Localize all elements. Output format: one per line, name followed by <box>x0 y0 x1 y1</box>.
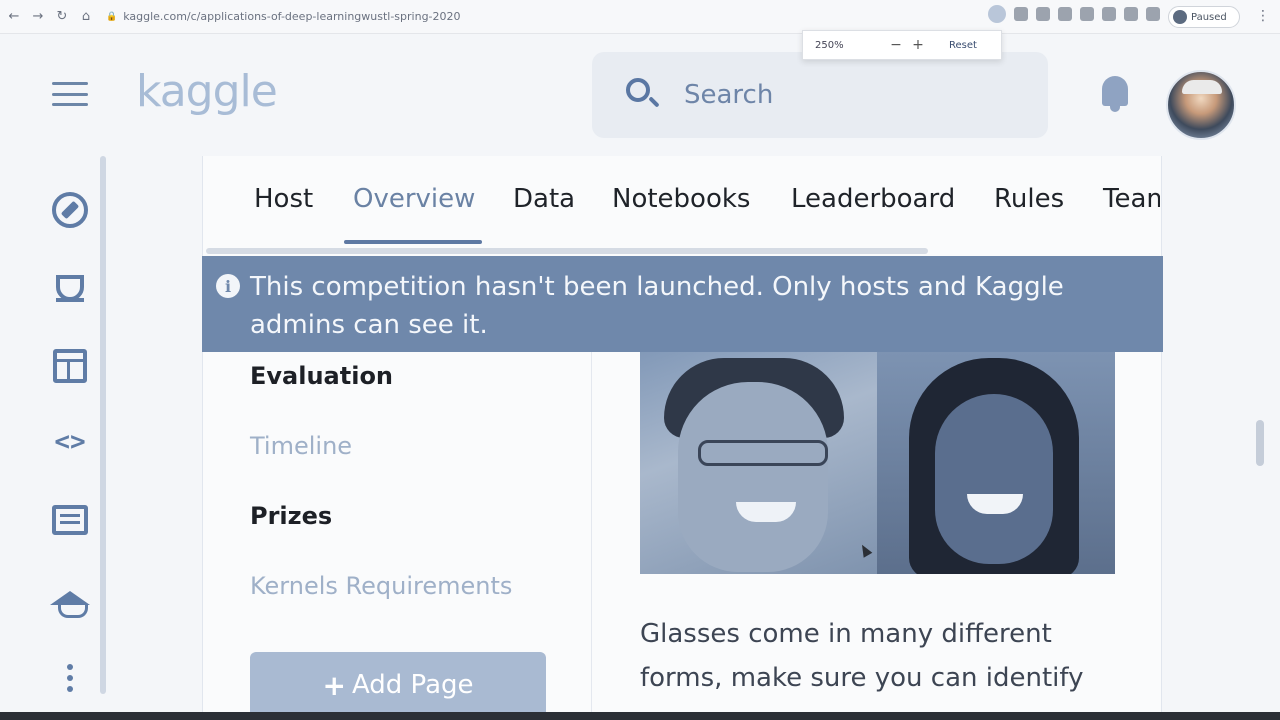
chat-icon[interactable] <box>48 498 92 542</box>
face-with-glasses <box>640 352 877 574</box>
search-input[interactable] <box>684 80 984 110</box>
extension-icon[interactable] <box>1058 7 1072 21</box>
address-bar[interactable]: 🔒 kaggle.com/c/applications-of-deep-lear… <box>106 10 461 23</box>
avatar[interactable] <box>1166 70 1236 140</box>
tab-scrollbar[interactable] <box>206 248 928 254</box>
star-icon[interactable] <box>1014 7 1028 21</box>
forward-icon[interactable]: → <box>28 7 48 27</box>
search-icon <box>626 78 660 112</box>
extension-icon[interactable] <box>1146 7 1160 21</box>
zoom-indicator-icon[interactable] <box>988 5 1006 23</box>
back-icon[interactable]: ← <box>4 7 24 27</box>
paused-label: Paused <box>1191 11 1227 23</box>
side-nav-timeline[interactable]: Timeline <box>250 432 352 460</box>
faces-image <box>640 352 1115 574</box>
extension-icon[interactable] <box>1080 7 1094 21</box>
search-bar[interactable] <box>592 52 1048 138</box>
rail-divider <box>100 156 106 694</box>
tab-overview[interactable]: Overview <box>353 184 475 214</box>
page-scrollbar[interactable] <box>1256 420 1264 466</box>
tab-bar: Host Overview Data Notebooks Leaderboard… <box>202 170 1160 240</box>
table-icon[interactable] <box>48 344 92 388</box>
side-nav-prizes[interactable]: Prizes <box>250 502 332 530</box>
more-vertical-icon[interactable] <box>48 656 92 700</box>
lock-icon: 🔒 <box>106 11 118 22</box>
face-without-glasses <box>877 352 1115 574</box>
extension-icons <box>988 5 1160 23</box>
tab-data[interactable]: Data <box>513 184 575 214</box>
zoom-percent: 250% <box>815 39 844 51</box>
side-nav-kernels-requirements[interactable]: Kernels Requirements <box>250 572 512 600</box>
screen-bottom-edge <box>0 712 1280 720</box>
profile-paused-button[interactable]: Paused <box>1168 6 1240 28</box>
tab-notebooks[interactable]: Notebooks <box>612 184 750 214</box>
site-header: kaggle <box>0 34 1280 154</box>
extension-icon[interactable] <box>1102 7 1116 21</box>
compass-icon[interactable] <box>48 188 92 232</box>
zoom-popup: 250% − + Reset <box>802 30 1002 60</box>
side-nav-evaluation[interactable]: Evaluation <box>250 362 393 390</box>
browser-menu-icon[interactable]: ⋮ <box>1256 8 1270 24</box>
tab-rules[interactable]: Rules <box>994 184 1064 214</box>
browser-toolbar: ← → ↻ ⌂ 🔒 kaggle.com/c/applications-of-d… <box>0 0 1280 34</box>
reload-icon[interactable]: ↻ <box>52 7 72 27</box>
column-divider <box>591 352 592 720</box>
not-launched-banner: i This competition hasn't been launched.… <box>202 256 1163 352</box>
plus-icon: + <box>322 668 346 702</box>
info-icon: i <box>216 274 240 298</box>
trophy-icon[interactable] <box>48 266 92 310</box>
add-page-label: Add Page <box>351 670 474 700</box>
tab-leaderboard[interactable]: Leaderboard <box>791 184 955 214</box>
kaggle-logo[interactable]: kaggle <box>136 66 278 117</box>
code-icon[interactable]: <> <box>48 420 92 464</box>
zoom-out-button[interactable]: − <box>885 37 907 53</box>
bell-icon[interactable] <box>1098 74 1132 114</box>
tab-team[interactable]: Team <box>1103 184 1160 214</box>
extension-icon[interactable] <box>1124 7 1138 21</box>
graduation-cap-icon[interactable] <box>48 576 92 620</box>
profile-avatar-icon <box>1173 10 1187 24</box>
extension-icon[interactable] <box>1036 7 1050 21</box>
tab-host[interactable]: Host <box>254 184 313 214</box>
url-text: kaggle.com/c/applications-of-deep-learni… <box>123 10 461 23</box>
home-icon[interactable]: ⌂ <box>76 7 96 27</box>
overview-description: Glasses come in many different forms, ma… <box>640 619 1084 693</box>
add-page-button[interactable]: + Add Page <box>250 652 546 718</box>
banner-text: This competition hasn't been launched. O… <box>250 272 1064 340</box>
zoom-reset-button[interactable]: Reset <box>949 40 977 51</box>
active-tab-indicator <box>344 240 482 244</box>
menu-icon[interactable] <box>52 82 88 106</box>
zoom-in-button[interactable]: + <box>907 37 929 53</box>
